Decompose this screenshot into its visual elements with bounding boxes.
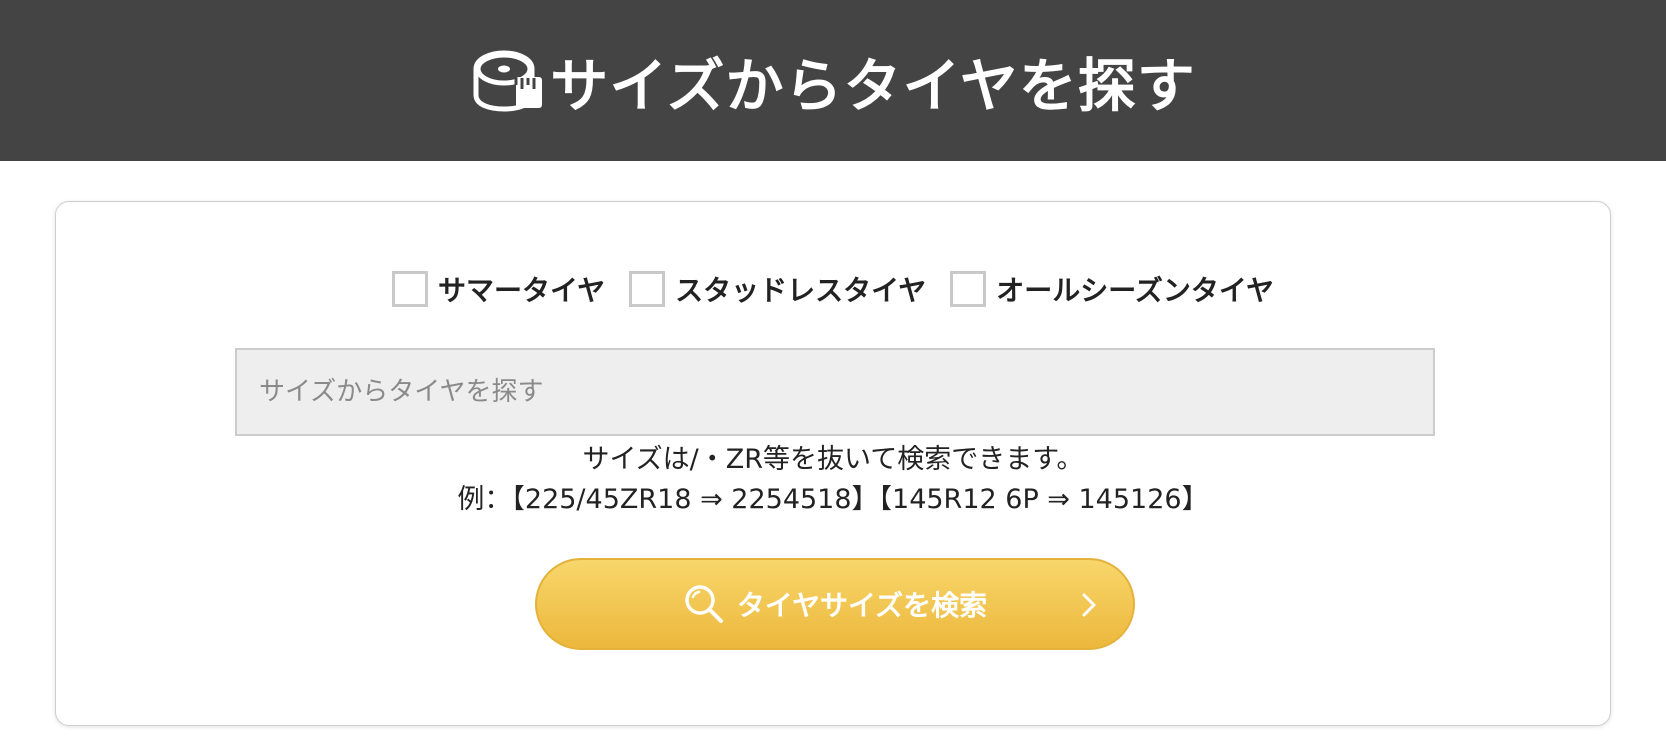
header-title-group: サイズからタイヤを探す xyxy=(470,39,1196,123)
tire-size-search-button[interactable]: タイヤサイズを検索 xyxy=(535,558,1135,650)
all-season-tire-label: オールシーズンタイヤ xyxy=(996,274,1275,307)
all-season-tire-checkbox[interactable] xyxy=(950,271,987,307)
tire-size-search-input[interactable] xyxy=(235,348,1435,436)
tape-measure-icon xyxy=(473,49,543,112)
page-title: サイズからタイヤを探す xyxy=(550,51,1196,120)
search-icon xyxy=(685,585,723,623)
filter-studless-tire[interactable]: スタッドレスタイヤ xyxy=(629,269,926,309)
studless-tire-label: スタッドレスタイヤ xyxy=(675,274,927,307)
search-button-content: タイヤサイズを検索 xyxy=(683,583,987,625)
hint-line-1: サイズは/・ZR等を抜いて検索できます。 xyxy=(582,444,1084,475)
search-card: サマータイヤ スタッドレスタイヤ オールシーズンタイヤ サイズは/・ZR等を抜い… xyxy=(55,201,1611,726)
search-hint: サイズは/・ZR等を抜いて検索できます。 例：【225/45ZR18 ⇒ 225… xyxy=(56,440,1610,520)
filter-summer-tire[interactable]: サマータイヤ xyxy=(391,269,606,309)
tire-type-filters: サマータイヤ スタッドレスタイヤ オールシーズンタイヤ xyxy=(56,269,1610,309)
search-button-label: タイヤサイズを検索 xyxy=(736,589,988,622)
page-header: サイズからタイヤを探す xyxy=(0,0,1666,161)
summer-tire-checkbox[interactable] xyxy=(391,271,428,307)
summer-tire-label: サマータイヤ xyxy=(437,274,606,307)
chevron-right-icon xyxy=(1082,593,1096,617)
hint-line-2: 例：【225/45ZR18 ⇒ 2254518】【145R12 6P ⇒ 145… xyxy=(457,484,1209,515)
filter-all-season-tire[interactable]: オールシーズンタイヤ xyxy=(950,269,1274,309)
studless-tire-checkbox[interactable] xyxy=(629,271,666,307)
